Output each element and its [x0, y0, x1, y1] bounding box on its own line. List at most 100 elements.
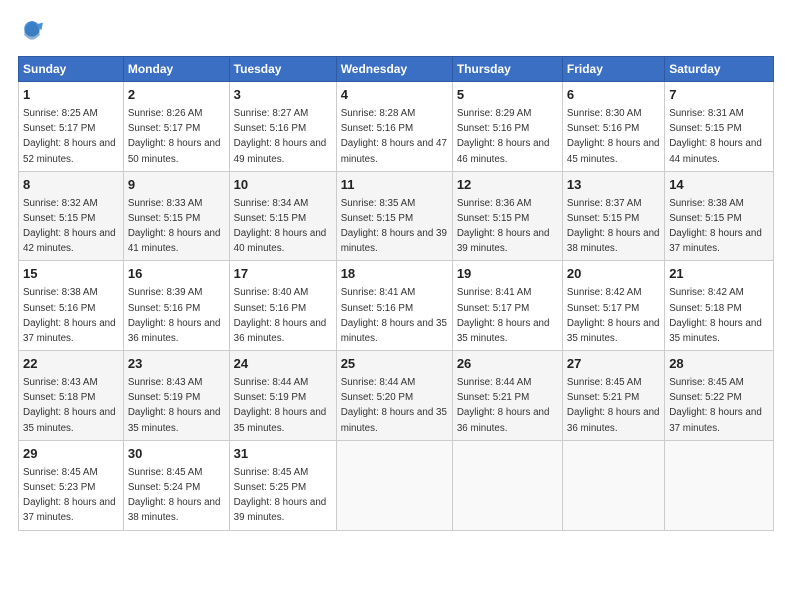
calendar-cell: 13 Sunrise: 8:37 AMSunset: 5:15 PMDaylig… — [562, 171, 664, 261]
calendar-cell: 27 Sunrise: 8:45 AMSunset: 5:21 PMDaylig… — [562, 351, 664, 441]
calendar-cell: 16 Sunrise: 8:39 AMSunset: 5:16 PMDaylig… — [123, 261, 229, 351]
cell-info: Sunrise: 8:30 AMSunset: 5:16 PMDaylight:… — [567, 108, 660, 165]
cell-info: Sunrise: 8:41 AMSunset: 5:16 PMDaylight:… — [341, 287, 447, 344]
day-number: 28 — [669, 355, 769, 374]
header — [18, 18, 774, 46]
day-number: 2 — [128, 86, 225, 105]
calendar-cell: 4 Sunrise: 8:28 AMSunset: 5:16 PMDayligh… — [336, 82, 452, 172]
cell-info: Sunrise: 8:29 AMSunset: 5:16 PMDaylight:… — [457, 108, 550, 165]
calendar-cell: 5 Sunrise: 8:29 AMSunset: 5:16 PMDayligh… — [452, 82, 562, 172]
day-number: 13 — [567, 176, 660, 195]
calendar-cell — [336, 440, 452, 530]
week-row-5: 29 Sunrise: 8:45 AMSunset: 5:23 PMDaylig… — [19, 440, 774, 530]
col-header-tuesday: Tuesday — [229, 57, 336, 82]
cell-info: Sunrise: 8:44 AMSunset: 5:21 PMDaylight:… — [457, 377, 550, 434]
cell-info: Sunrise: 8:37 AMSunset: 5:15 PMDaylight:… — [567, 198, 660, 255]
day-number: 30 — [128, 445, 225, 464]
cell-info: Sunrise: 8:43 AMSunset: 5:18 PMDaylight:… — [23, 377, 116, 434]
calendar-cell: 29 Sunrise: 8:45 AMSunset: 5:23 PMDaylig… — [19, 440, 124, 530]
calendar-cell: 20 Sunrise: 8:42 AMSunset: 5:17 PMDaylig… — [562, 261, 664, 351]
logo — [18, 18, 50, 46]
day-number: 26 — [457, 355, 558, 374]
cell-info: Sunrise: 8:25 AMSunset: 5:17 PMDaylight:… — [23, 108, 116, 165]
day-number: 8 — [23, 176, 119, 195]
day-number: 25 — [341, 355, 448, 374]
week-row-3: 15 Sunrise: 8:38 AMSunset: 5:16 PMDaylig… — [19, 261, 774, 351]
calendar-cell: 23 Sunrise: 8:43 AMSunset: 5:19 PMDaylig… — [123, 351, 229, 441]
day-number: 17 — [234, 265, 332, 284]
cell-info: Sunrise: 8:42 AMSunset: 5:17 PMDaylight:… — [567, 287, 660, 344]
calendar-cell: 17 Sunrise: 8:40 AMSunset: 5:16 PMDaylig… — [229, 261, 336, 351]
cell-info: Sunrise: 8:31 AMSunset: 5:15 PMDaylight:… — [669, 108, 762, 165]
day-number: 24 — [234, 355, 332, 374]
calendar-cell: 22 Sunrise: 8:43 AMSunset: 5:18 PMDaylig… — [19, 351, 124, 441]
cell-info: Sunrise: 8:45 AMSunset: 5:25 PMDaylight:… — [234, 467, 327, 524]
col-header-thursday: Thursday — [452, 57, 562, 82]
cell-info: Sunrise: 8:45 AMSunset: 5:23 PMDaylight:… — [23, 467, 116, 524]
page: SundayMondayTuesdayWednesdayThursdayFrid… — [0, 0, 792, 612]
cell-info: Sunrise: 8:32 AMSunset: 5:15 PMDaylight:… — [23, 198, 116, 255]
day-number: 18 — [341, 265, 448, 284]
calendar-cell: 30 Sunrise: 8:45 AMSunset: 5:24 PMDaylig… — [123, 440, 229, 530]
cell-info: Sunrise: 8:41 AMSunset: 5:17 PMDaylight:… — [457, 287, 550, 344]
day-number: 10 — [234, 176, 332, 195]
calendar-cell — [562, 440, 664, 530]
calendar-cell: 24 Sunrise: 8:44 AMSunset: 5:19 PMDaylig… — [229, 351, 336, 441]
day-number: 11 — [341, 176, 448, 195]
calendar-table: SundayMondayTuesdayWednesdayThursdayFrid… — [18, 56, 774, 531]
day-number: 21 — [669, 265, 769, 284]
cell-info: Sunrise: 8:27 AMSunset: 5:16 PMDaylight:… — [234, 108, 327, 165]
calendar-cell — [665, 440, 774, 530]
calendar-cell: 21 Sunrise: 8:42 AMSunset: 5:18 PMDaylig… — [665, 261, 774, 351]
cell-info: Sunrise: 8:38 AMSunset: 5:15 PMDaylight:… — [669, 198, 762, 255]
calendar-cell: 2 Sunrise: 8:26 AMSunset: 5:17 PMDayligh… — [123, 82, 229, 172]
col-header-sunday: Sunday — [19, 57, 124, 82]
col-header-wednesday: Wednesday — [336, 57, 452, 82]
cell-info: Sunrise: 8:26 AMSunset: 5:17 PMDaylight:… — [128, 108, 221, 165]
cell-info: Sunrise: 8:45 AMSunset: 5:22 PMDaylight:… — [669, 377, 762, 434]
day-number: 9 — [128, 176, 225, 195]
cell-info: Sunrise: 8:45 AMSunset: 5:21 PMDaylight:… — [567, 377, 660, 434]
calendar-cell: 8 Sunrise: 8:32 AMSunset: 5:15 PMDayligh… — [19, 171, 124, 261]
day-number: 19 — [457, 265, 558, 284]
day-number: 14 — [669, 176, 769, 195]
day-number: 27 — [567, 355, 660, 374]
calendar-cell — [452, 440, 562, 530]
day-number: 15 — [23, 265, 119, 284]
logo-icon — [18, 18, 46, 46]
day-number: 23 — [128, 355, 225, 374]
calendar-cell: 9 Sunrise: 8:33 AMSunset: 5:15 PMDayligh… — [123, 171, 229, 261]
day-number: 1 — [23, 86, 119, 105]
calendar-cell: 31 Sunrise: 8:45 AMSunset: 5:25 PMDaylig… — [229, 440, 336, 530]
col-header-saturday: Saturday — [665, 57, 774, 82]
cell-info: Sunrise: 8:44 AMSunset: 5:19 PMDaylight:… — [234, 377, 327, 434]
cell-info: Sunrise: 8:43 AMSunset: 5:19 PMDaylight:… — [128, 377, 221, 434]
cell-info: Sunrise: 8:40 AMSunset: 5:16 PMDaylight:… — [234, 287, 327, 344]
day-number: 7 — [669, 86, 769, 105]
cell-info: Sunrise: 8:45 AMSunset: 5:24 PMDaylight:… — [128, 467, 221, 524]
calendar-cell: 6 Sunrise: 8:30 AMSunset: 5:16 PMDayligh… — [562, 82, 664, 172]
day-number: 3 — [234, 86, 332, 105]
calendar-cell: 3 Sunrise: 8:27 AMSunset: 5:16 PMDayligh… — [229, 82, 336, 172]
cell-info: Sunrise: 8:36 AMSunset: 5:15 PMDaylight:… — [457, 198, 550, 255]
cell-info: Sunrise: 8:34 AMSunset: 5:15 PMDaylight:… — [234, 198, 327, 255]
calendar-cell: 26 Sunrise: 8:44 AMSunset: 5:21 PMDaylig… — [452, 351, 562, 441]
header-row: SundayMondayTuesdayWednesdayThursdayFrid… — [19, 57, 774, 82]
calendar-cell: 28 Sunrise: 8:45 AMSunset: 5:22 PMDaylig… — [665, 351, 774, 441]
calendar-cell: 7 Sunrise: 8:31 AMSunset: 5:15 PMDayligh… — [665, 82, 774, 172]
cell-info: Sunrise: 8:39 AMSunset: 5:16 PMDaylight:… — [128, 287, 221, 344]
day-number: 31 — [234, 445, 332, 464]
calendar-cell: 1 Sunrise: 8:25 AMSunset: 5:17 PMDayligh… — [19, 82, 124, 172]
calendar-cell: 19 Sunrise: 8:41 AMSunset: 5:17 PMDaylig… — [452, 261, 562, 351]
col-header-friday: Friday — [562, 57, 664, 82]
cell-info: Sunrise: 8:33 AMSunset: 5:15 PMDaylight:… — [128, 198, 221, 255]
cell-info: Sunrise: 8:38 AMSunset: 5:16 PMDaylight:… — [23, 287, 116, 344]
cell-info: Sunrise: 8:28 AMSunset: 5:16 PMDaylight:… — [341, 108, 447, 165]
day-number: 6 — [567, 86, 660, 105]
day-number: 12 — [457, 176, 558, 195]
calendar-cell: 14 Sunrise: 8:38 AMSunset: 5:15 PMDaylig… — [665, 171, 774, 261]
day-number: 22 — [23, 355, 119, 374]
col-header-monday: Monday — [123, 57, 229, 82]
day-number: 20 — [567, 265, 660, 284]
calendar-cell: 25 Sunrise: 8:44 AMSunset: 5:20 PMDaylig… — [336, 351, 452, 441]
